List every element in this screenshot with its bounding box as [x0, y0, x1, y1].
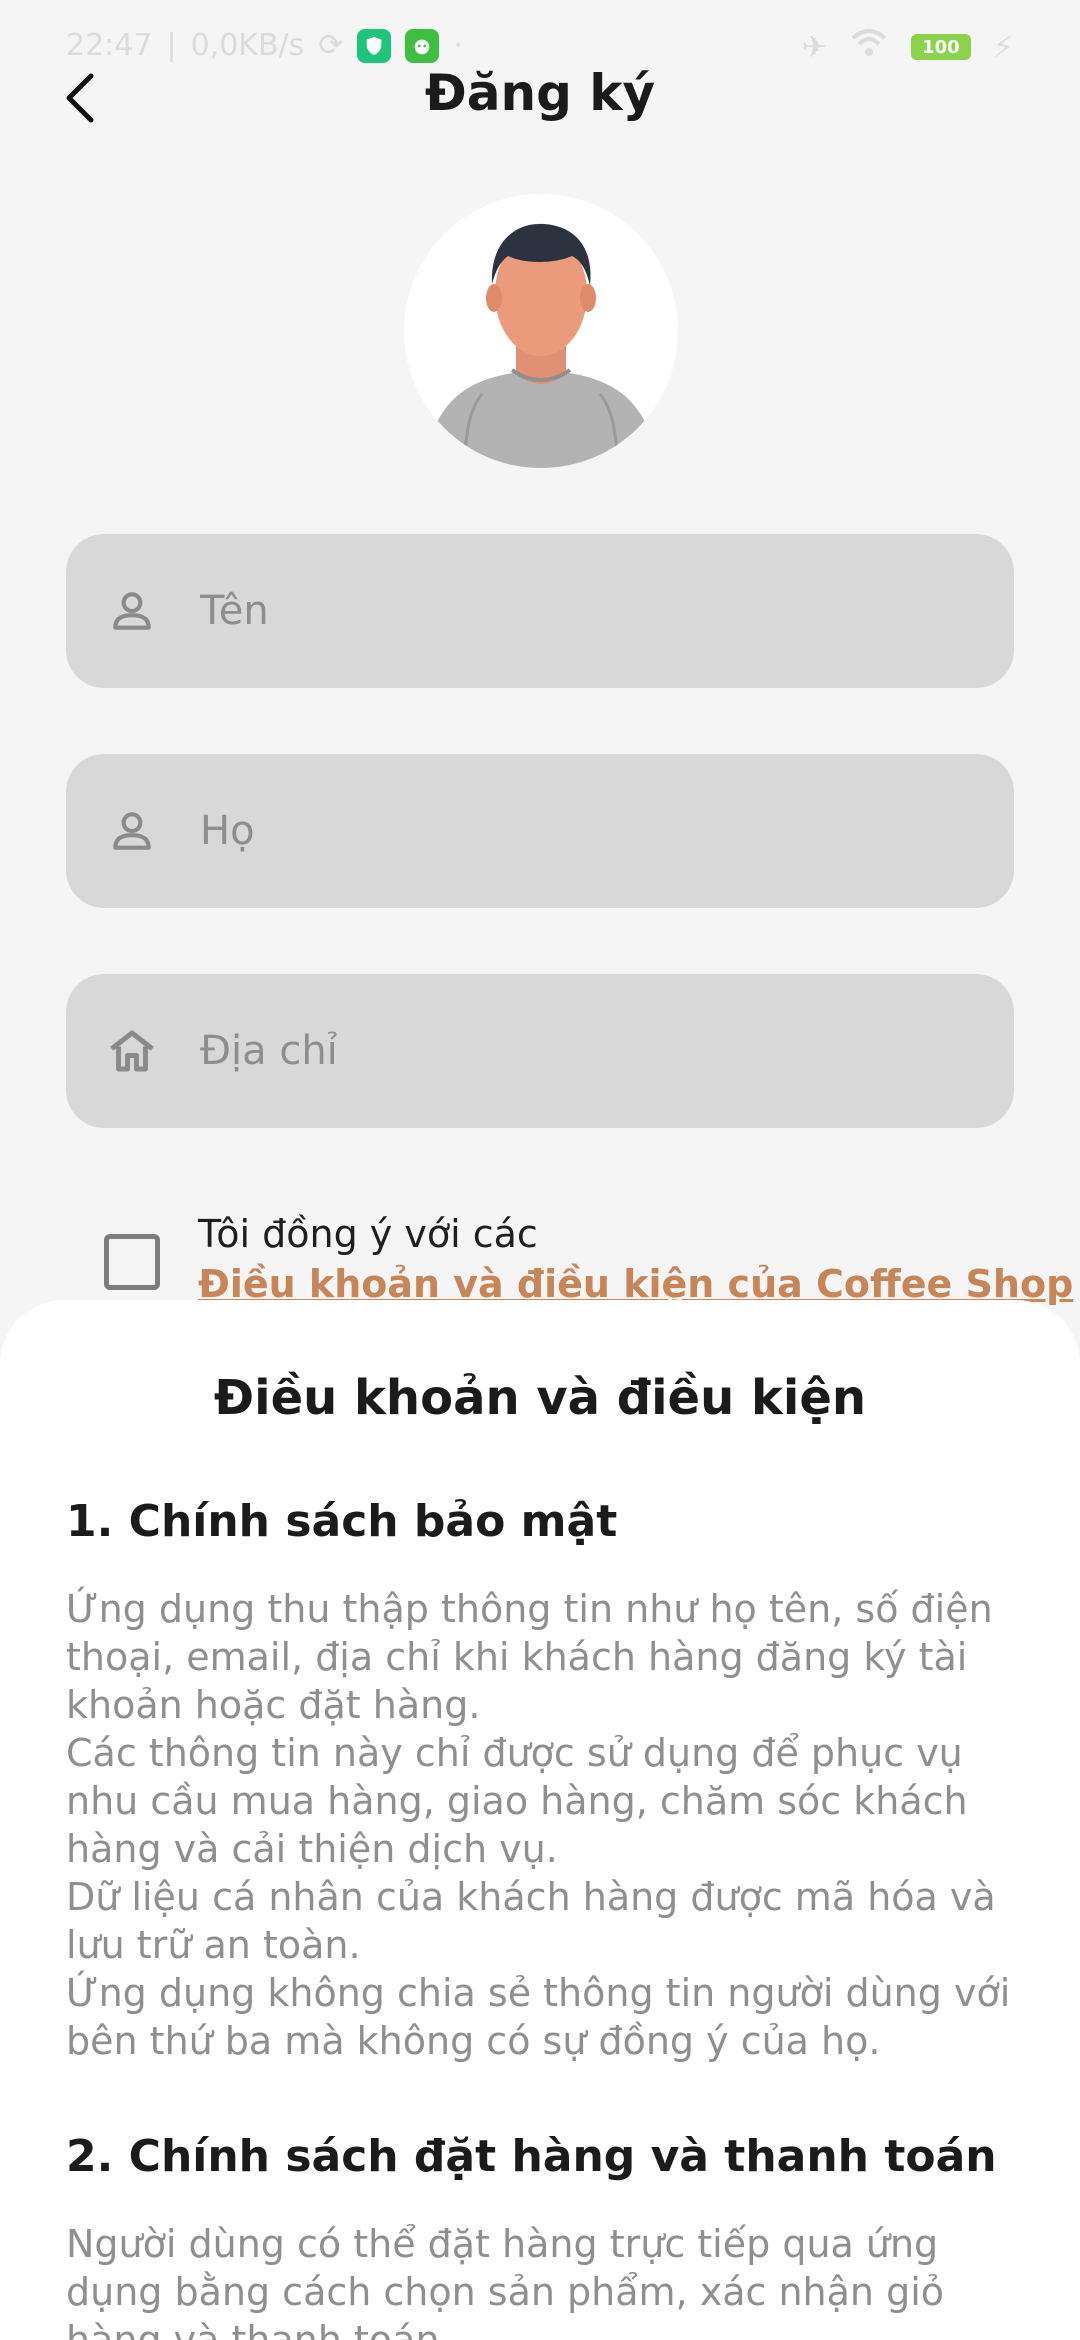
terms-section-ordering: 2. Chính sách đặt hàng và thanh toán Ngư… — [66, 2131, 1014, 2340]
person-icon — [104, 583, 160, 639]
section-paragraph: Ứng dụng thu thập thông tin như họ tên, … — [66, 1587, 993, 1727]
section-paragraph: Dữ liệu cá nhân của khách hàng được mã h… — [66, 1875, 996, 1967]
terms-checkbox[interactable] — [104, 1234, 160, 1290]
battery-icon: 100 — [910, 34, 971, 60]
sync-icon: ⟳ — [318, 28, 344, 63]
home-icon — [104, 1023, 160, 1079]
register-screen: 22:47 | 0,0KB/s ⟳ · ✈ 100 ⚡ Đăng ký Tên … — [0, 0, 1080, 2340]
status-time: 22:47 — [66, 28, 153, 63]
section-heading: 2. Chính sách đặt hàng và thanh toán — [66, 2131, 997, 2182]
first-name-input[interactable] — [200, 588, 960, 634]
sheet-title: Điều khoản và điều kiện — [213, 1370, 867, 1426]
status-network-speed: 0,0KB/s — [190, 28, 305, 63]
wifi-icon — [849, 28, 889, 66]
dot-icon: · — [453, 28, 463, 63]
section-paragraph: Các thông tin này chỉ được sử dụng để ph… — [66, 1731, 968, 1871]
agree-text: Tôi đồng ý với các — [198, 1212, 538, 1256]
terms-section-privacy: 1. Chính sách bảo mật Ứng dụng thu thập … — [66, 1496, 1014, 2065]
address-field[interactable] — [66, 974, 1014, 1128]
last-name-input[interactable] — [200, 808, 960, 854]
status-left: 22:47 | 0,0KB/s ⟳ · — [66, 28, 463, 63]
shield-app-icon — [357, 28, 392, 63]
last-name-field[interactable] — [66, 754, 1014, 908]
section-paragraph: Người dùng có thể đặt hàng trực tiếp qua… — [66, 2222, 945, 2340]
section-heading: 1. Chính sách bảo mật — [66, 1496, 618, 1547]
airplane-icon: ✈ — [801, 29, 827, 65]
terms-bottom-sheet[interactable]: Điều khoản và điều kiện 1. Chính sách bả… — [0, 1300, 1080, 2340]
status-right: ✈ 100 ⚡ — [802, 28, 1014, 66]
status-divider: | — [166, 28, 177, 63]
person-icon — [104, 803, 160, 859]
avatar-person-icon — [404, 194, 678, 468]
page-title: Đăng ký — [424, 64, 656, 122]
section-paragraph: Ứng dụng không chia sẻ thông tin người d… — [66, 1971, 1011, 2063]
address-input[interactable] — [200, 1028, 960, 1074]
charging-icon: ⚡ — [992, 29, 1014, 65]
first-name-field[interactable] — [66, 534, 1014, 688]
cat-app-icon — [405, 28, 440, 63]
avatar[interactable] — [404, 194, 678, 468]
